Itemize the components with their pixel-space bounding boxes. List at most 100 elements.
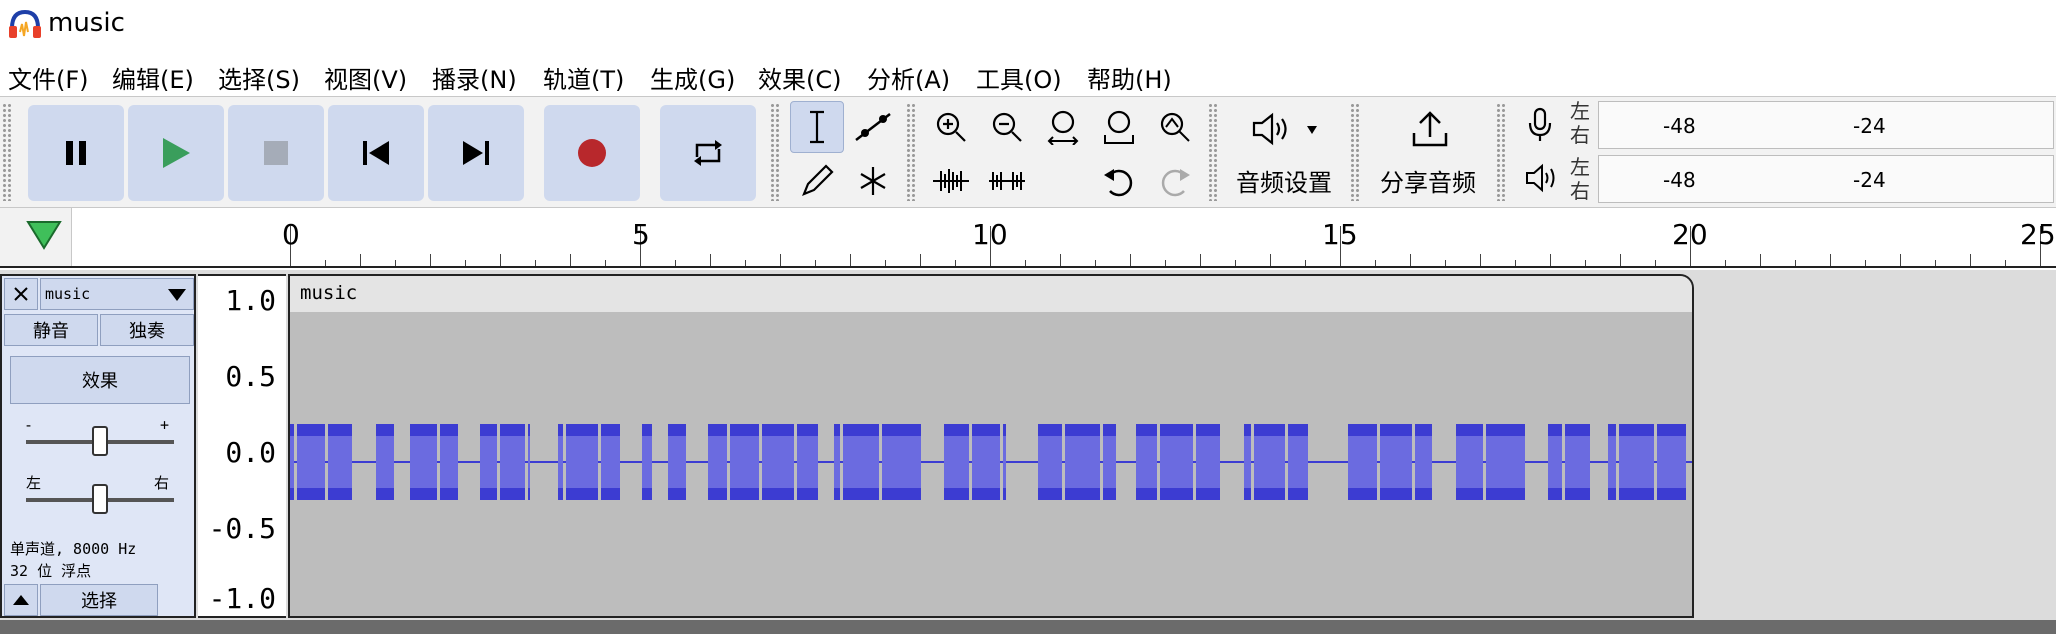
zoom-in-icon [936, 112, 966, 142]
zoom-in-button[interactable] [924, 101, 978, 153]
waveform-rms [440, 436, 449, 488]
audio-clip[interactable]: music [288, 274, 1694, 618]
waveform-rms [989, 436, 993, 488]
undo-button[interactable] [1092, 155, 1146, 207]
solo-button[interactable]: 独奏 [100, 314, 194, 346]
ruler-tick [570, 254, 571, 266]
record-meter[interactable]: 左 右 -48 -24 [1514, 99, 2054, 151]
audacity-logo-icon [9, 10, 41, 38]
ruler-tick [1725, 260, 1726, 266]
ruler-tick [1305, 260, 1306, 266]
close-track-button[interactable] [4, 278, 38, 310]
toolbar-grip[interactable] [1208, 103, 1218, 201]
draw-tool-button[interactable] [790, 155, 844, 207]
waveform-rms [504, 436, 511, 488]
toolbar-grip[interactable] [2, 103, 12, 201]
menu-help[interactable]: 帮助(H) [1087, 60, 1172, 95]
toolbar-grip[interactable] [770, 103, 780, 201]
skip-to-start-button[interactable] [328, 105, 424, 201]
waveform-rms [338, 436, 342, 488]
waveform-rms [1254, 436, 1264, 488]
main-toolbar: 音频设置 分享音频 左 右 -48 -24 左 右 -48 -24 [0, 96, 2056, 208]
waveform-rms [511, 436, 521, 488]
horizontal-scrollbar[interactable] [0, 620, 2056, 634]
waveform-rms [900, 436, 909, 488]
waveform-rms [1415, 436, 1426, 488]
waveform-rms [1498, 436, 1504, 488]
effects-button[interactable]: 效果 [10, 356, 190, 404]
mute-button[interactable]: 静音 [4, 314, 98, 346]
ruler-tick [1130, 254, 1131, 266]
menu-view[interactable]: 视图(V) [324, 60, 407, 95]
scale-label: 0.5 [225, 360, 276, 393]
envelope-tool-button[interactable] [846, 101, 900, 153]
record-icon [578, 139, 606, 167]
waveform-rms [948, 436, 955, 488]
toolbar-grip[interactable] [1496, 103, 1506, 201]
waveform-rms [1268, 436, 1275, 488]
playback-meter[interactable]: 左 右 -48 -24 [1514, 153, 2054, 205]
waveform[interactable] [290, 312, 1692, 616]
play-button[interactable] [128, 105, 224, 201]
menu-analyze[interactable]: 分析(A) [867, 60, 950, 95]
waveform-rms [1586, 436, 1590, 488]
scale-label: -1.0 [208, 582, 276, 615]
scale-label: -0.5 [208, 512, 276, 545]
record-button[interactable] [544, 105, 640, 201]
menu-transport[interactable]: 播录(N) [432, 60, 517, 95]
fit-project-button[interactable] [1092, 101, 1146, 153]
gain-slider-thumb[interactable] [92, 426, 108, 456]
ruler-tick [325, 260, 326, 266]
speaker-icon [1252, 112, 1287, 146]
menu-tracks[interactable]: 轨道(T) [543, 60, 624, 95]
waveform-rms [1399, 436, 1404, 488]
selection-tool-button[interactable] [790, 101, 844, 153]
collapse-track-button[interactable] [4, 584, 38, 616]
waveform-rms [1426, 436, 1431, 488]
menu-effect[interactable]: 效果(C) [758, 60, 841, 95]
clip-title-bar[interactable]: music [290, 276, 1692, 312]
share-audio-button[interactable]: 分享音频 [1368, 101, 1488, 205]
silence-audio-button[interactable] [980, 155, 1034, 207]
waveform-rms [1076, 436, 1081, 488]
ruler-tick [1830, 254, 1831, 266]
menu-edit[interactable]: 编辑(E) [112, 60, 194, 95]
timeline-ruler[interactable]: 0 5 10 15 20 25 [0, 208, 2056, 268]
skip-to-end-button[interactable] [428, 105, 524, 201]
multi-tool-button[interactable] [846, 155, 900, 207]
waveform-rms [1474, 436, 1483, 488]
waveform-rms [668, 436, 678, 488]
toolbar-grip[interactable] [1350, 103, 1360, 201]
waveform-rms [410, 436, 419, 488]
toolbar-grip[interactable] [906, 103, 916, 201]
waveform-rms [376, 436, 387, 488]
tracks-area[interactable]: music 静音 独奏 效果 - + 左 右 单声道, 8000 Hz 32 位… [0, 270, 2056, 620]
ruler-tick [1095, 260, 1096, 266]
waveform-rms [612, 436, 617, 488]
playback-meter-scale[interactable]: -48 -24 [1598, 155, 2054, 203]
redo-button[interactable] [1148, 155, 1202, 207]
select-track-button[interactable]: 选择 [40, 584, 158, 616]
ruler-tick [885, 260, 886, 266]
play-head-triangle-icon[interactable] [26, 220, 62, 250]
ruler-tick [1935, 260, 1936, 266]
record-meter-scale[interactable]: -48 -24 [1598, 101, 2054, 149]
ruler-tick [1795, 260, 1796, 266]
zoom-out-button[interactable] [980, 101, 1034, 153]
fit-selection-button[interactable] [1036, 101, 1090, 153]
menu-select[interactable]: 选择(S) [218, 60, 300, 95]
menu-generate[interactable]: 生成(G) [650, 60, 735, 95]
menu-file[interactable]: 文件(F) [8, 60, 89, 95]
track-menu-button[interactable]: music [40, 278, 194, 310]
pause-button[interactable] [28, 105, 124, 201]
audio-settings-button[interactable]: 音频设置 [1224, 101, 1344, 205]
menu-tools[interactable]: 工具(O) [976, 60, 1062, 95]
amplitude-ruler[interactable]: 1.0 0.5 0.0 -0.5 -1.0 [198, 274, 286, 618]
pan-slider-thumb[interactable] [92, 484, 108, 514]
loop-button[interactable] [660, 105, 756, 201]
trim-outside-button[interactable] [924, 155, 978, 207]
waveform-rms [558, 436, 563, 488]
zoom-toggle-button[interactable] [1148, 101, 1202, 153]
waveform-rms [797, 436, 808, 488]
stop-button[interactable] [228, 105, 324, 201]
